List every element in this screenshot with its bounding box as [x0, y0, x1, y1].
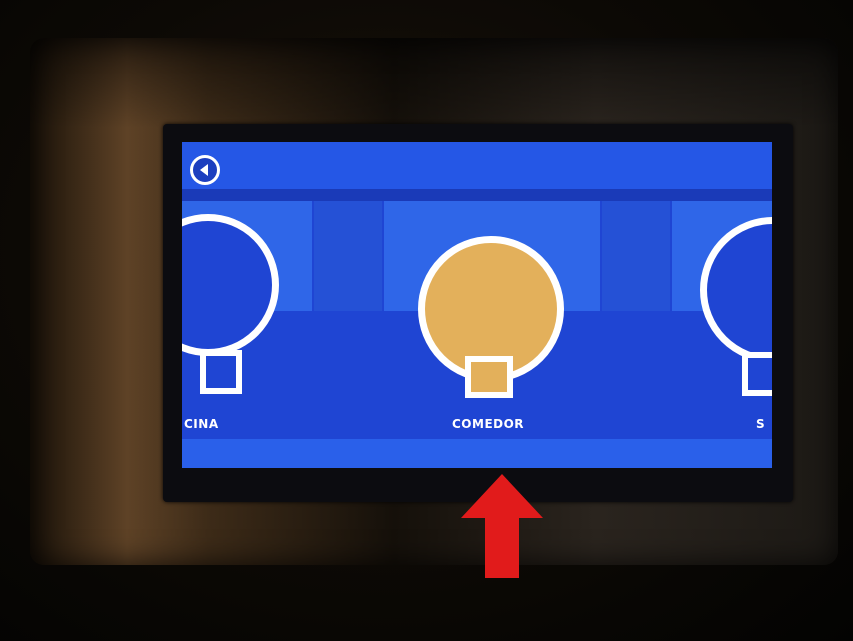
arrow-up-icon	[461, 474, 543, 578]
bottom-bar	[182, 439, 772, 468]
tile-gap-left	[314, 201, 382, 311]
tile-gap-right	[602, 201, 670, 311]
bulb-off-icon	[700, 217, 772, 363]
bulb-base	[742, 352, 772, 396]
light-label: CINA	[184, 417, 219, 431]
light-salon[interactable]: S	[692, 142, 772, 442]
bulb-base	[200, 350, 242, 394]
bulb-base	[465, 356, 513, 398]
photo: CINA COMEDOR S	[0, 0, 853, 641]
bulb-off-icon	[182, 214, 279, 356]
light-label: COMEDOR	[452, 417, 525, 431]
bezel-shadow	[30, 38, 838, 128]
light-label: S	[756, 417, 766, 431]
light-cocina[interactable]: CINA	[182, 142, 282, 442]
touch-screen: CINA COMEDOR S	[182, 142, 772, 468]
light-comedor[interactable]: COMEDOR	[414, 142, 564, 442]
